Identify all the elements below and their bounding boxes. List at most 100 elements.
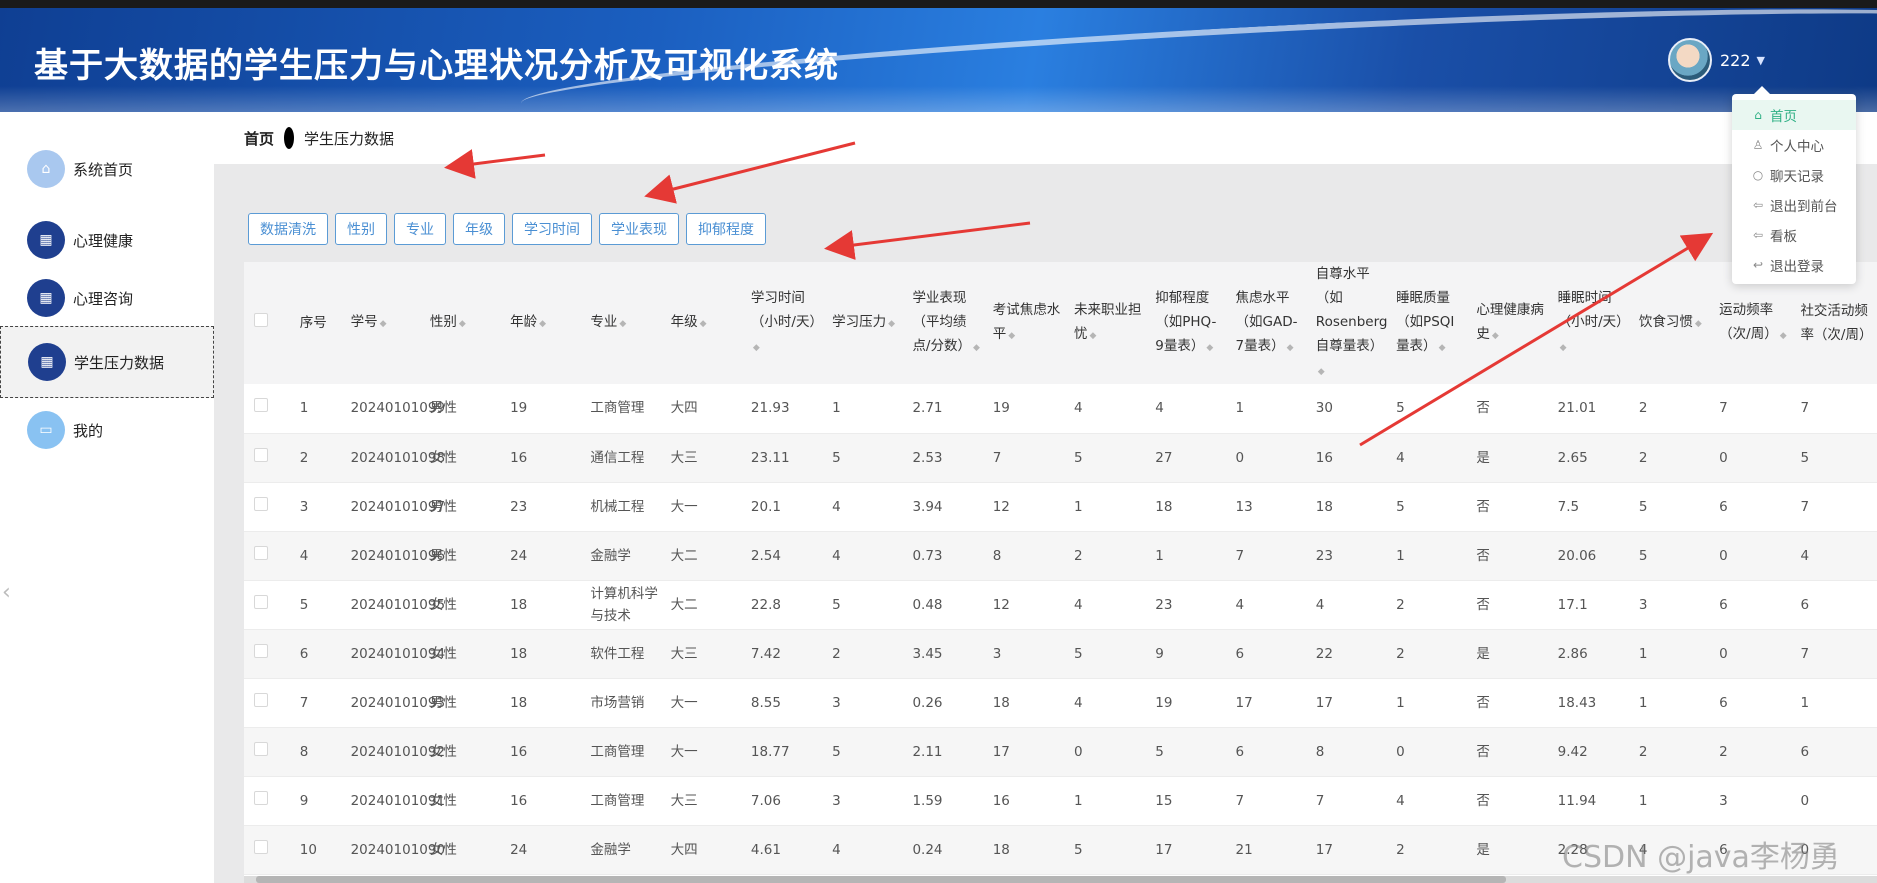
table-row[interactable]: 8 20240101092 女性 16 工商管理 大一 18.77 5 2.11 17 0 5 6 8 0 否…	[244, 727, 1877, 777]
sidebar-item[interactable]: ▭ 我的	[0, 394, 214, 466]
username[interactable]: 222	[1720, 51, 1751, 70]
row-checkbox[interactable]	[254, 839, 268, 854]
column-header[interactable]: 睡眠时间（小时/天） ◆	[1552, 262, 1633, 384]
dropdown-item[interactable]: ⇦ 看板	[1732, 220, 1856, 250]
table-cell: 工商管理	[584, 776, 665, 826]
sort-icon[interactable]: ◆	[1287, 343, 1294, 353]
row-checkbox[interactable]	[254, 790, 268, 805]
table-cell: 17	[1309, 825, 1391, 875]
column-header[interactable]: 性别 ◆	[424, 262, 504, 384]
table-row[interactable]: 7 20240101093 男性 18 市场营销 大一 8.55 3 0.26 18 4 19 17 17…	[244, 678, 1877, 728]
dropdown-item[interactable]: ○ 聊天记录	[1732, 160, 1856, 190]
user-menu-trigger[interactable]: 222 ▼	[1668, 38, 1765, 82]
sort-icon[interactable]: ◆	[539, 319, 546, 329]
sort-icon[interactable]: ◆	[1206, 343, 1213, 353]
sort-icon[interactable]: ◆	[1089, 331, 1096, 341]
table-cell: 否	[1470, 482, 1552, 532]
dropdown-item[interactable]: ⇦ 退出到前台	[1732, 190, 1856, 220]
table-cell: 6	[1794, 580, 1877, 630]
table-cell: 7	[293, 678, 345, 728]
sidebar-item[interactable]: ▦ 学生压力数据	[0, 326, 214, 398]
table-row[interactable]: 3 20240101097 男性 23 机械工程 大一 20.1 4 3.94 12 1 18 13 18…	[244, 482, 1877, 532]
column-header[interactable]: 心理健康病史 ◆	[1470, 262, 1551, 384]
sidebar-item[interactable]: ▦ 心理咨询	[0, 262, 214, 334]
column-header: 序号	[294, 262, 345, 384]
filter-button[interactable]: 专业	[394, 213, 446, 245]
table-cell: 0	[1229, 433, 1310, 483]
sidebar-item[interactable]: ⌂ 系统首页	[0, 133, 214, 205]
table-cell: 6	[1229, 727, 1310, 777]
avatar[interactable]	[1668, 38, 1712, 82]
filter-button[interactable]: 学习时间	[512, 213, 592, 245]
column-header[interactable]: 抑郁程度（如PHQ-9量表） ◆	[1149, 262, 1229, 384]
column-header[interactable]: 考试焦虑水平 ◆	[987, 262, 1068, 384]
table-row[interactable]: 6 20240101094 女性 18 软件工程 大三 7.42 2 3.45 3 5 9 6 22 2 是 2…	[244, 629, 1877, 679]
table-row[interactable]: 2 20240101098 女性 16 通信工程 大三 23.11 5 2.53 7 5 27 0 16 4…	[244, 433, 1877, 483]
table-cell: 20240101092	[344, 727, 445, 777]
column-header[interactable]: 未来职业担忧 ◆	[1068, 262, 1149, 384]
scrollbar-thumb[interactable]	[256, 876, 1506, 883]
collapse-arrow-icon[interactable]: ‹	[2, 580, 11, 605]
row-checkbox[interactable]	[254, 594, 268, 609]
sort-icon[interactable]: ◆	[888, 319, 895, 329]
column-header[interactable]: 学习压力 ◆	[826, 262, 906, 384]
sort-icon[interactable]: ◆	[459, 319, 466, 329]
column-header[interactable]: 睡眠质量（如PSQI量表） ◆	[1390, 262, 1470, 384]
filter-button[interactable]: 抑郁程度	[686, 213, 766, 245]
sort-icon[interactable]: ◆	[1439, 343, 1446, 353]
row-checkbox[interactable]	[254, 643, 268, 658]
row-checkbox[interactable]	[254, 545, 268, 560]
row-checkbox[interactable]	[254, 692, 268, 707]
table-cell: 4	[293, 531, 345, 581]
table-cell: 3	[293, 482, 345, 532]
horizontal-scrollbar[interactable]	[244, 876, 1877, 883]
table-row[interactable]: 1 20240101099 男性 19 工商管理 大四 21.93 1 2.71 19 4 4 1 30 5…	[244, 384, 1877, 434]
column-header[interactable]: 年级 ◆	[665, 262, 745, 384]
sort-icon[interactable]: ◆	[1492, 331, 1499, 341]
dropdown-item-label: 个人中心	[1770, 139, 1824, 155]
sort-icon[interactable]: ◆	[1780, 331, 1787, 341]
sort-icon[interactable]: ◆	[700, 319, 707, 329]
row-checkbox-cell	[244, 433, 294, 483]
column-header[interactable]: 学业表现（平均绩点/分数） ◆	[906, 262, 986, 384]
filter-button[interactable]: 数据清洗	[248, 213, 328, 245]
select-all-checkbox[interactable]	[254, 313, 268, 327]
row-checkbox[interactable]	[254, 496, 268, 511]
sort-icon[interactable]: ◆	[753, 343, 760, 353]
table-cell: 2	[1713, 727, 1795, 777]
table-row[interactable]: 4 20240101096 男性 24 金融学 大二 2.54 4 0.73 8 2 1 7 23 1 否 20…	[244, 531, 1877, 581]
caret-down-icon[interactable]: ▼	[1757, 54, 1765, 67]
column-header[interactable]: 饮食习惯 ◆	[1633, 262, 1713, 384]
column-header[interactable]: 学习时间（小时/天） ◆	[745, 262, 826, 384]
dropdown-item[interactable]: ♙ 个人中心	[1732, 130, 1856, 160]
table-row[interactable]: 9 20240101091 女性 16 工商管理 大三 7.06 3 1.59 16 1 15 7 7 4 否…	[244, 776, 1877, 826]
sort-icon[interactable]: ◆	[380, 319, 387, 329]
column-header-label: 考试焦虑水平	[992, 302, 1061, 342]
home-icon: ⌂	[1754, 108, 1762, 122]
filter-button[interactable]: 性别	[335, 213, 387, 245]
column-header[interactable]: 专业 ◆	[584, 262, 664, 384]
sort-icon[interactable]: ◆	[619, 319, 626, 329]
sort-icon[interactable]: ◆	[1008, 331, 1015, 341]
row-checkbox[interactable]	[254, 398, 268, 413]
filter-button[interactable]: 年级	[453, 213, 505, 245]
row-checkbox[interactable]	[254, 741, 268, 756]
sort-icon[interactable]: ◆	[1318, 367, 1325, 377]
table-cell: 4	[1309, 580, 1391, 630]
dropdown-item[interactable]: ↩ 退出登录	[1732, 250, 1856, 280]
table-cell: 4	[1067, 678, 1150, 728]
dropdown-item[interactable]: ⌂ 首页	[1732, 100, 1856, 130]
column-header[interactable]: 自尊水平（如Rosenberg自尊量表） ◆	[1310, 262, 1390, 384]
table-row[interactable]: 5 20240101095 女性 18 计算机科学与技术 大二 22.8 5 0.48 12 4 23…	[244, 580, 1877, 630]
table-cell: 12	[986, 580, 1068, 630]
sort-icon[interactable]: ◆	[1695, 319, 1702, 329]
sort-icon[interactable]: ◆	[973, 343, 980, 353]
breadcrumb-home[interactable]: 首页	[244, 128, 274, 149]
column-header[interactable]: 焦虑水平（如GAD-7量表） ◆	[1230, 262, 1310, 384]
filter-button[interactable]: 学业表现	[599, 213, 679, 245]
column-header[interactable]: 年龄 ◆	[504, 262, 584, 384]
row-checkbox[interactable]	[254, 447, 268, 462]
table-cell: 大二	[664, 580, 745, 630]
sort-icon[interactable]: ◆	[1560, 343, 1567, 353]
column-header[interactable]: 学号 ◆	[345, 262, 424, 384]
